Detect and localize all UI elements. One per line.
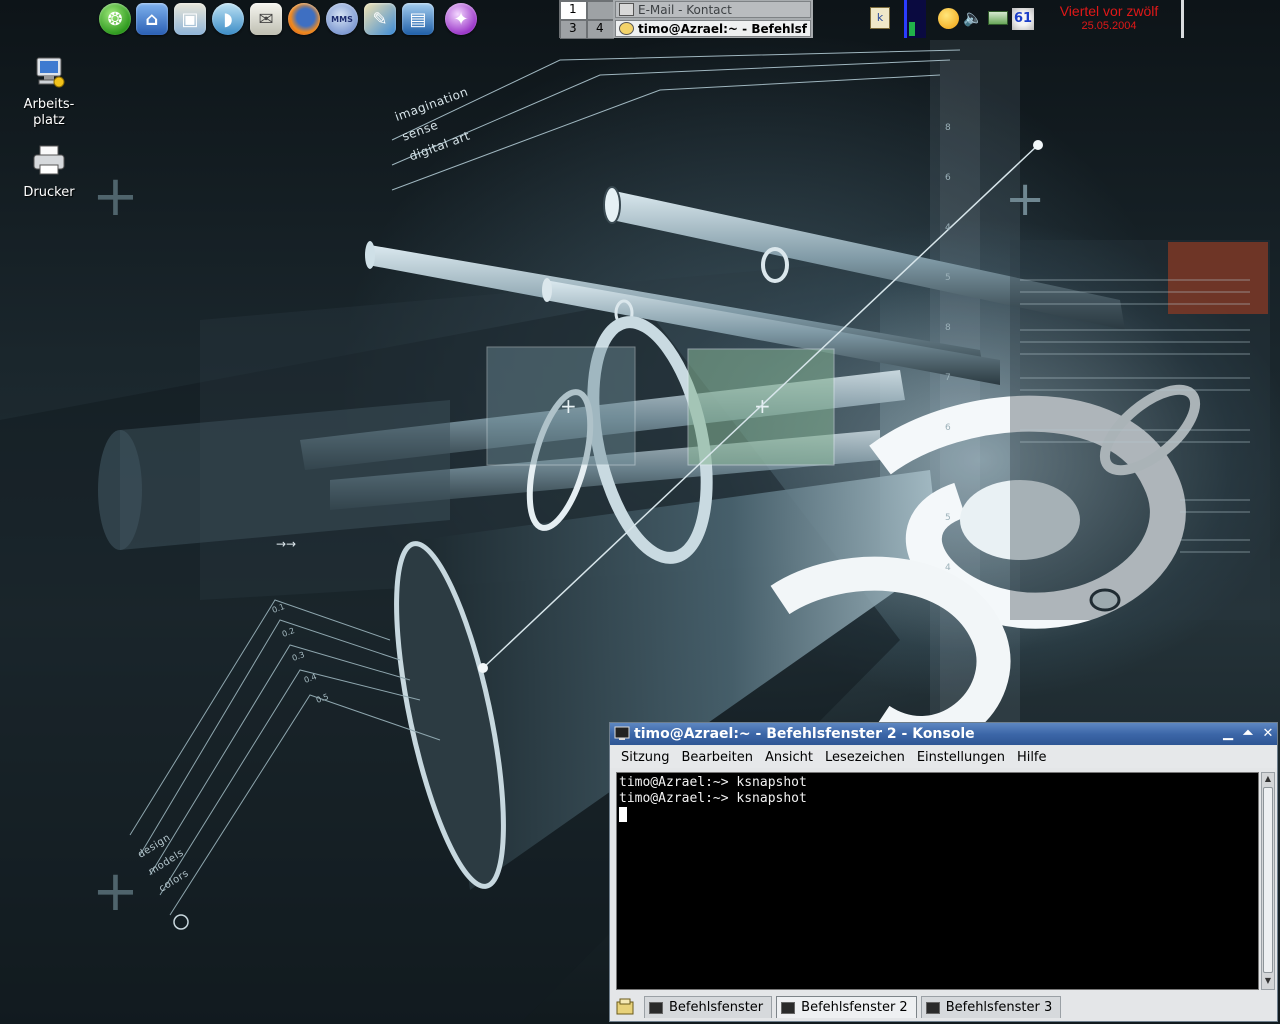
svg-text:6: 6 (945, 423, 951, 433)
paint-icon[interactable]: ✎ (364, 3, 396, 35)
printer-icon (33, 145, 65, 175)
terminal-line: timo@Azrael:~> ksnapshot (619, 775, 807, 790)
konsole-window: timo@Azrael:~ - Befehlsfenster 2 - Konso… (609, 722, 1278, 1022)
desktop-icon-arbeitsplatz[interactable]: Arbeits- platz (4, 56, 94, 129)
email-client-icon[interactable]: ✉ (250, 3, 282, 35)
svg-text:5: 5 (945, 513, 951, 523)
panel-divider (1181, 0, 1184, 38)
scrollbar-thumb[interactable] (1263, 787, 1273, 973)
window-title: timo@Azrael:~ - Befehlsfenster 2 - Konso… (634, 726, 975, 742)
dolphin-icon[interactable]: ◗ (212, 3, 244, 35)
messenger-icon[interactable]: MMS (326, 3, 358, 35)
kde-panel: ❂ ⌂ ▣ ◗ ✉ MMS ✎ ▤ ✦ 1 3 4 E-Mail - Konta… (0, 0, 1280, 39)
menu-bearbeiten[interactable]: Bearbeiten (676, 750, 759, 765)
minimize-icon[interactable]: ▁ (1220, 726, 1236, 742)
picture-editor-icon[interactable]: ▤ (402, 3, 434, 35)
close-icon[interactable]: ✕ (1260, 726, 1276, 742)
kontact-window-icon (619, 3, 634, 16)
svg-text:5: 5 (945, 273, 951, 283)
tab-label: Befehlsfenster 2 (801, 1000, 908, 1015)
terminal-cursor (619, 807, 627, 822)
tab-befehlsfenster-3[interactable]: Befehlsfenster 3 (920, 996, 1062, 1018)
clock[interactable]: Viertel vor zwölf 25.05.2004 (1040, 2, 1178, 33)
klipper-icon[interactable]: k (870, 7, 890, 29)
terminal-tab-icon (925, 1001, 940, 1014)
tab-befehlsfenster-2[interactable]: Befehlsfenster 2 (776, 996, 917, 1018)
pager-desktop-2[interactable] (587, 1, 614, 20)
svg-text:6: 6 (945, 173, 951, 183)
session-tabbar: Befehlsfenster Befehlsfenster 2 Befehlsf… (614, 995, 1273, 1019)
pager-desktop-3[interactable]: 3 (560, 20, 587, 39)
terminal-tab-icon (781, 1001, 796, 1014)
tab-label: Befehlsfenster (669, 1000, 764, 1015)
desktop-pager: 1 3 4 (559, 0, 614, 39)
pager-desktop-1[interactable]: 1 (560, 1, 587, 20)
svg-text:+: + (754, 394, 771, 418)
menu-einstellungen[interactable]: Einstellungen (911, 750, 1011, 765)
tips-icon[interactable]: ✦ (445, 3, 477, 35)
pager-desktop-4[interactable]: 4 (587, 20, 614, 39)
firefox-icon[interactable] (288, 3, 320, 35)
volume-icon[interactable]: 🔈 (963, 8, 983, 30)
menu-sitzung[interactable]: Sitzung (615, 750, 676, 765)
maximize-icon[interactable]: ⏶ (1240, 726, 1256, 742)
konsole-menubar: Sitzung Bearbeiten Ansicht Lesezeichen E… (610, 746, 1277, 768)
svg-text:+: + (92, 164, 139, 229)
svg-text:4: 4 (945, 223, 951, 233)
svg-text:8: 8 (945, 123, 951, 133)
svg-text:→→: →→ (276, 537, 296, 551)
scroll-up-icon[interactable]: ▲ (1263, 774, 1273, 786)
task-label: E-Mail - Kontact (638, 2, 732, 17)
konsole-window-icon (619, 22, 634, 35)
svg-text:+: + (92, 859, 139, 924)
konsole-app-icon[interactable] (614, 726, 630, 741)
desktop-icon-label: Arbeits- (23, 97, 75, 112)
terminal-line: timo@Azrael:~> ksnapshot (619, 791, 807, 806)
home-folder-icon[interactable]: ⌂ (136, 3, 168, 35)
network-icon[interactable] (988, 11, 1008, 25)
svg-text:7: 7 (945, 373, 951, 383)
terminal-tab-icon (649, 1001, 663, 1014)
tab-label: Befehlsfenster 3 (945, 1000, 1053, 1015)
scroll-down-icon[interactable]: ▼ (1263, 976, 1273, 988)
desktop-icon-label: platz (33, 113, 65, 128)
clock-date: 25.05.2004 (1081, 20, 1137, 32)
terminal-output[interactable]: timo@Azrael:~> ksnapshot timo@Azrael:~> … (616, 772, 1259, 990)
task-konsole[interactable]: timo@Azrael:~ - Befehlsf (615, 20, 811, 37)
tray-badge-number: 61 (1013, 11, 1033, 26)
weather-sun-icon[interactable] (938, 8, 959, 29)
korganizer-icon[interactable]: 61 (1012, 8, 1034, 30)
tab-befehlsfenster[interactable]: Befehlsfenster (644, 996, 773, 1018)
cpu-monitor-icon[interactable] (904, 0, 926, 38)
kde-menu-icon[interactable]: ❂ (99, 3, 131, 35)
svg-text:+: + (1005, 171, 1045, 227)
desktop-icon-drucker[interactable]: Drucker (4, 144, 94, 201)
menu-hilfe[interactable]: Hilfe (1011, 750, 1053, 765)
image-viewer-icon[interactable]: ▣ (174, 3, 206, 35)
konsole-titlebar[interactable]: timo@Azrael:~ - Befehlsfenster 2 - Konso… (610, 723, 1277, 745)
task-kontact[interactable]: E-Mail - Kontact (615, 1, 811, 18)
svg-text:+: + (560, 394, 577, 418)
menu-lesezeichen[interactable]: Lesezeichen (819, 750, 911, 765)
taskbar: E-Mail - Kontact timo@Azrael:~ - Befehls… (613, 0, 813, 38)
svg-text:4: 4 (945, 563, 951, 573)
terminal-scrollbar[interactable]: ▲ ▼ (1261, 772, 1275, 990)
messenger-label: MMS (331, 14, 353, 24)
computer-icon (36, 57, 65, 88)
clock-time: Viertel vor zwölf (1059, 3, 1159, 19)
svg-text:8: 8 (945, 323, 951, 333)
menu-ansicht[interactable]: Ansicht (759, 750, 819, 765)
task-label: timo@Azrael:~ - Befehlsf (638, 21, 807, 36)
new-session-icon[interactable] (614, 996, 636, 1018)
desktop-icon-label: Drucker (23, 185, 75, 200)
